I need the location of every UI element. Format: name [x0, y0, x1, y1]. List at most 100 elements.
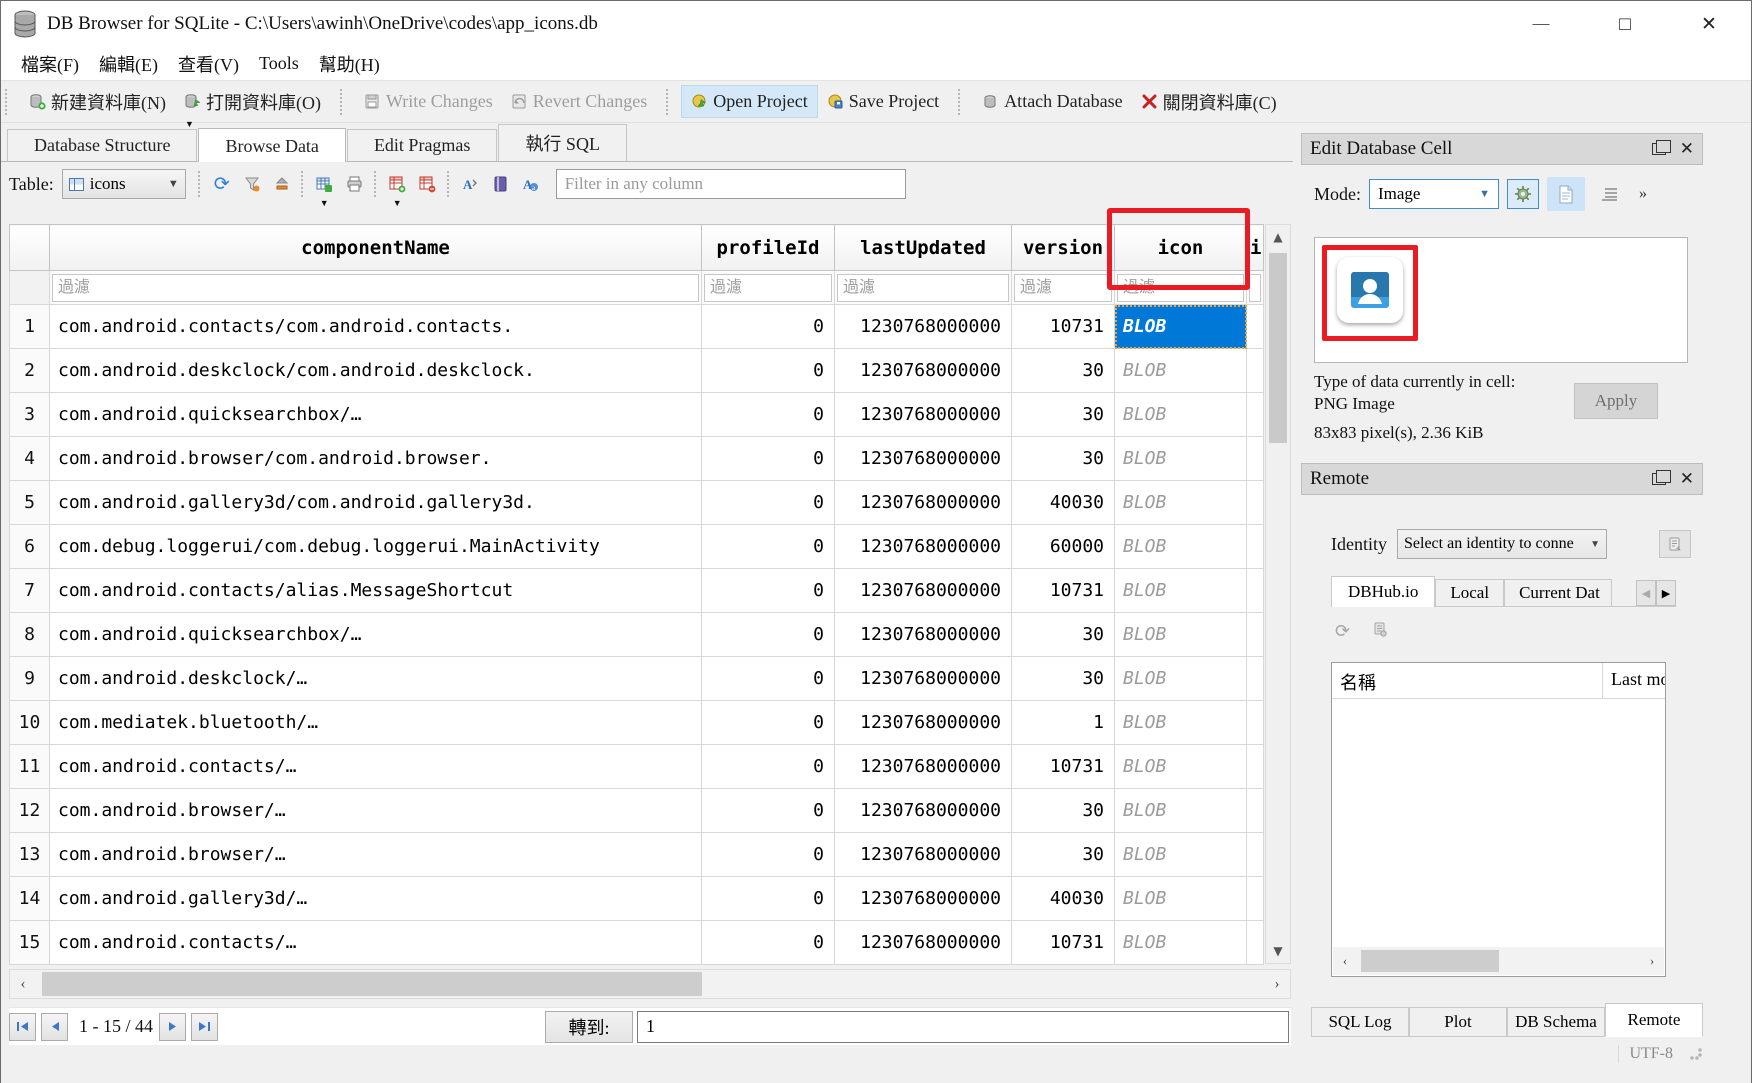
menu-edit[interactable]: 編輯(E) [89, 48, 168, 80]
dock-tab-db-schema[interactable]: DB Schema [1507, 1007, 1605, 1037]
close-icon[interactable]: ✕ [1667, 1, 1751, 47]
next-page-button[interactable] [159, 1013, 186, 1041]
cell-profileId[interactable]: 0 [702, 789, 835, 833]
cell-version[interactable]: 30 [1012, 789, 1115, 833]
revert-changes-button[interactable]: Revert Changes [502, 86, 656, 117]
first-page-button[interactable] [9, 1013, 36, 1041]
list-header-last-modified[interactable]: Last mo [1602, 663, 1665, 698]
apply-button[interactable]: Apply [1574, 383, 1658, 419]
cell-icon[interactable]: BLOB [1115, 393, 1247, 437]
text-mode-button[interactable] [1547, 177, 1585, 211]
row-number-cell[interactable]: 9 [10, 657, 50, 701]
close-dock-icon[interactable]: ✕ [1680, 469, 1694, 489]
vertical-scroll-thumb[interactable] [1269, 253, 1287, 443]
cell-partial[interactable] [1247, 789, 1264, 833]
cell-lastUpdated[interactable]: 1230768000000 [835, 877, 1012, 921]
float-dock-icon[interactable] [1652, 473, 1666, 485]
toolbar-overflow-icon[interactable]: » [1639, 185, 1645, 203]
cell-partial[interactable] [1247, 305, 1264, 349]
cell-version[interactable]: 30 [1012, 437, 1115, 481]
cell-componentName[interactable]: com.android.browser/com.android.browser. [50, 437, 702, 481]
cell-componentName[interactable]: com.android.contacts/… [50, 745, 702, 789]
menu-view[interactable]: 查看(V) [168, 48, 249, 80]
row-number-cell[interactable]: 2 [10, 349, 50, 393]
cell-profileId[interactable]: 0 [702, 305, 835, 349]
tab-local[interactable]: Local [1435, 579, 1504, 606]
column-header-profileId[interactable]: profileId [702, 225, 835, 271]
remote-list-scrollbar[interactable]: ‹ › [1333, 947, 1664, 975]
scroll-right-icon[interactable]: › [1264, 970, 1290, 998]
cell-lastUpdated[interactable]: 1230768000000 [835, 657, 1012, 701]
dock-tab-sql-log[interactable]: SQL Log [1311, 1007, 1409, 1037]
cell-lastUpdated[interactable]: 1230768000000 [835, 789, 1012, 833]
cell-profileId[interactable]: 0 [702, 657, 835, 701]
horizontal-scrollbar[interactable]: ‹ › [9, 969, 1291, 999]
filter-profileId-input[interactable] [704, 274, 832, 302]
cell-version[interactable]: 40030 [1012, 481, 1115, 525]
cell-profileId[interactable]: 0 [702, 877, 835, 921]
row-number-cell[interactable]: 8 [10, 613, 50, 657]
tab-dbhub[interactable]: DBHub.io [1331, 576, 1435, 607]
clear-filters-button[interactable] [237, 169, 267, 199]
cell-version[interactable]: 30 [1012, 613, 1115, 657]
cell-lastUpdated[interactable]: 1230768000000 [835, 701, 1012, 745]
cell-icon[interactable]: BLOB [1115, 921, 1247, 965]
cell-lastUpdated[interactable]: 1230768000000 [835, 305, 1012, 349]
open-database-menu-arrow[interactable]: ▼ [185, 119, 194, 129]
cell-icon[interactable]: BLOB [1115, 877, 1247, 921]
cell-partial[interactable] [1247, 833, 1264, 877]
cell-partial[interactable] [1247, 349, 1264, 393]
cell-version[interactable]: 30 [1012, 349, 1115, 393]
cell-version[interactable]: 10731 [1012, 745, 1115, 789]
cell-profileId[interactable]: 0 [702, 745, 835, 789]
tab-edit-pragmas[interactable]: Edit Pragmas [347, 129, 498, 161]
cell-version[interactable]: 30 [1012, 833, 1115, 877]
cell-icon[interactable]: BLOB [1115, 745, 1247, 789]
cell-profileId[interactable]: 0 [702, 525, 835, 569]
cell-version[interactable]: 10731 [1012, 921, 1115, 965]
scroll-left-icon[interactable]: ‹ [10, 970, 36, 998]
mode-select[interactable]: Image ▼ [1369, 179, 1499, 209]
cell-componentName[interactable]: com.android.contacts/com.android.contact… [50, 305, 702, 349]
cell-profileId[interactable]: 0 [702, 613, 835, 657]
cell-lastUpdated[interactable]: 1230768000000 [835, 437, 1012, 481]
cell-componentName[interactable]: com.android.browser/… [50, 789, 702, 833]
scroll-up-icon[interactable]: ▲ [1266, 225, 1290, 249]
close-database-button[interactable]: 關閉資料庫(C) [1132, 84, 1286, 120]
write-changes-button[interactable]: Write Changes [355, 86, 502, 117]
cell-lastUpdated[interactable]: 1230768000000 [835, 349, 1012, 393]
cell-lastUpdated[interactable]: 1230768000000 [835, 393, 1012, 437]
cell-version[interactable]: 60000 [1012, 525, 1115, 569]
resize-grip[interactable] [1689, 1047, 1703, 1061]
cell-icon[interactable]: BLOB [1115, 525, 1247, 569]
cell-componentName[interactable]: com.android.deskclock/… [50, 657, 702, 701]
cell-profileId[interactable]: 0 [702, 921, 835, 965]
last-page-button[interactable] [191, 1013, 218, 1041]
cell-icon[interactable]: BLOB [1115, 833, 1247, 877]
cell-partial[interactable] [1247, 437, 1264, 481]
horizontal-scroll-thumb[interactable] [42, 972, 702, 996]
cell-version[interactable]: 30 [1012, 393, 1115, 437]
print-button[interactable] [340, 169, 370, 199]
scroll-down-icon[interactable]: ▼ [1266, 939, 1290, 963]
import-data-button[interactable] [1507, 179, 1539, 209]
column-header-icon[interactable]: icon [1115, 225, 1247, 271]
insert-menu-arrow[interactable]: ▼ [393, 198, 402, 208]
column-header-partial[interactable]: ic [1247, 225, 1264, 271]
row-number-cell[interactable]: 3 [10, 393, 50, 437]
cell-partial[interactable] [1247, 569, 1264, 613]
row-number-cell[interactable]: 5 [10, 481, 50, 525]
row-number-cell[interactable]: 14 [10, 877, 50, 921]
cell-icon[interactable]: BLOB [1115, 569, 1247, 613]
corner-header[interactable] [10, 225, 50, 271]
cell-componentName[interactable]: com.android.quicksearchbox/… [50, 613, 702, 657]
filter-lastUpdated-input[interactable] [837, 274, 1009, 302]
tab-scroll-right-icon[interactable]: ▶ [1656, 580, 1676, 606]
cell-version[interactable]: 40030 [1012, 877, 1115, 921]
cell-lastUpdated[interactable]: 1230768000000 [835, 613, 1012, 657]
scroll-left-icon[interactable]: ‹ [1333, 953, 1357, 969]
cell-profileId[interactable]: 0 [702, 349, 835, 393]
list-header-name[interactable]: 名稱 [1332, 663, 1602, 698]
export-table-button[interactable]: ▼ [310, 169, 340, 199]
refresh-button[interactable]: ⟳ [207, 169, 237, 199]
